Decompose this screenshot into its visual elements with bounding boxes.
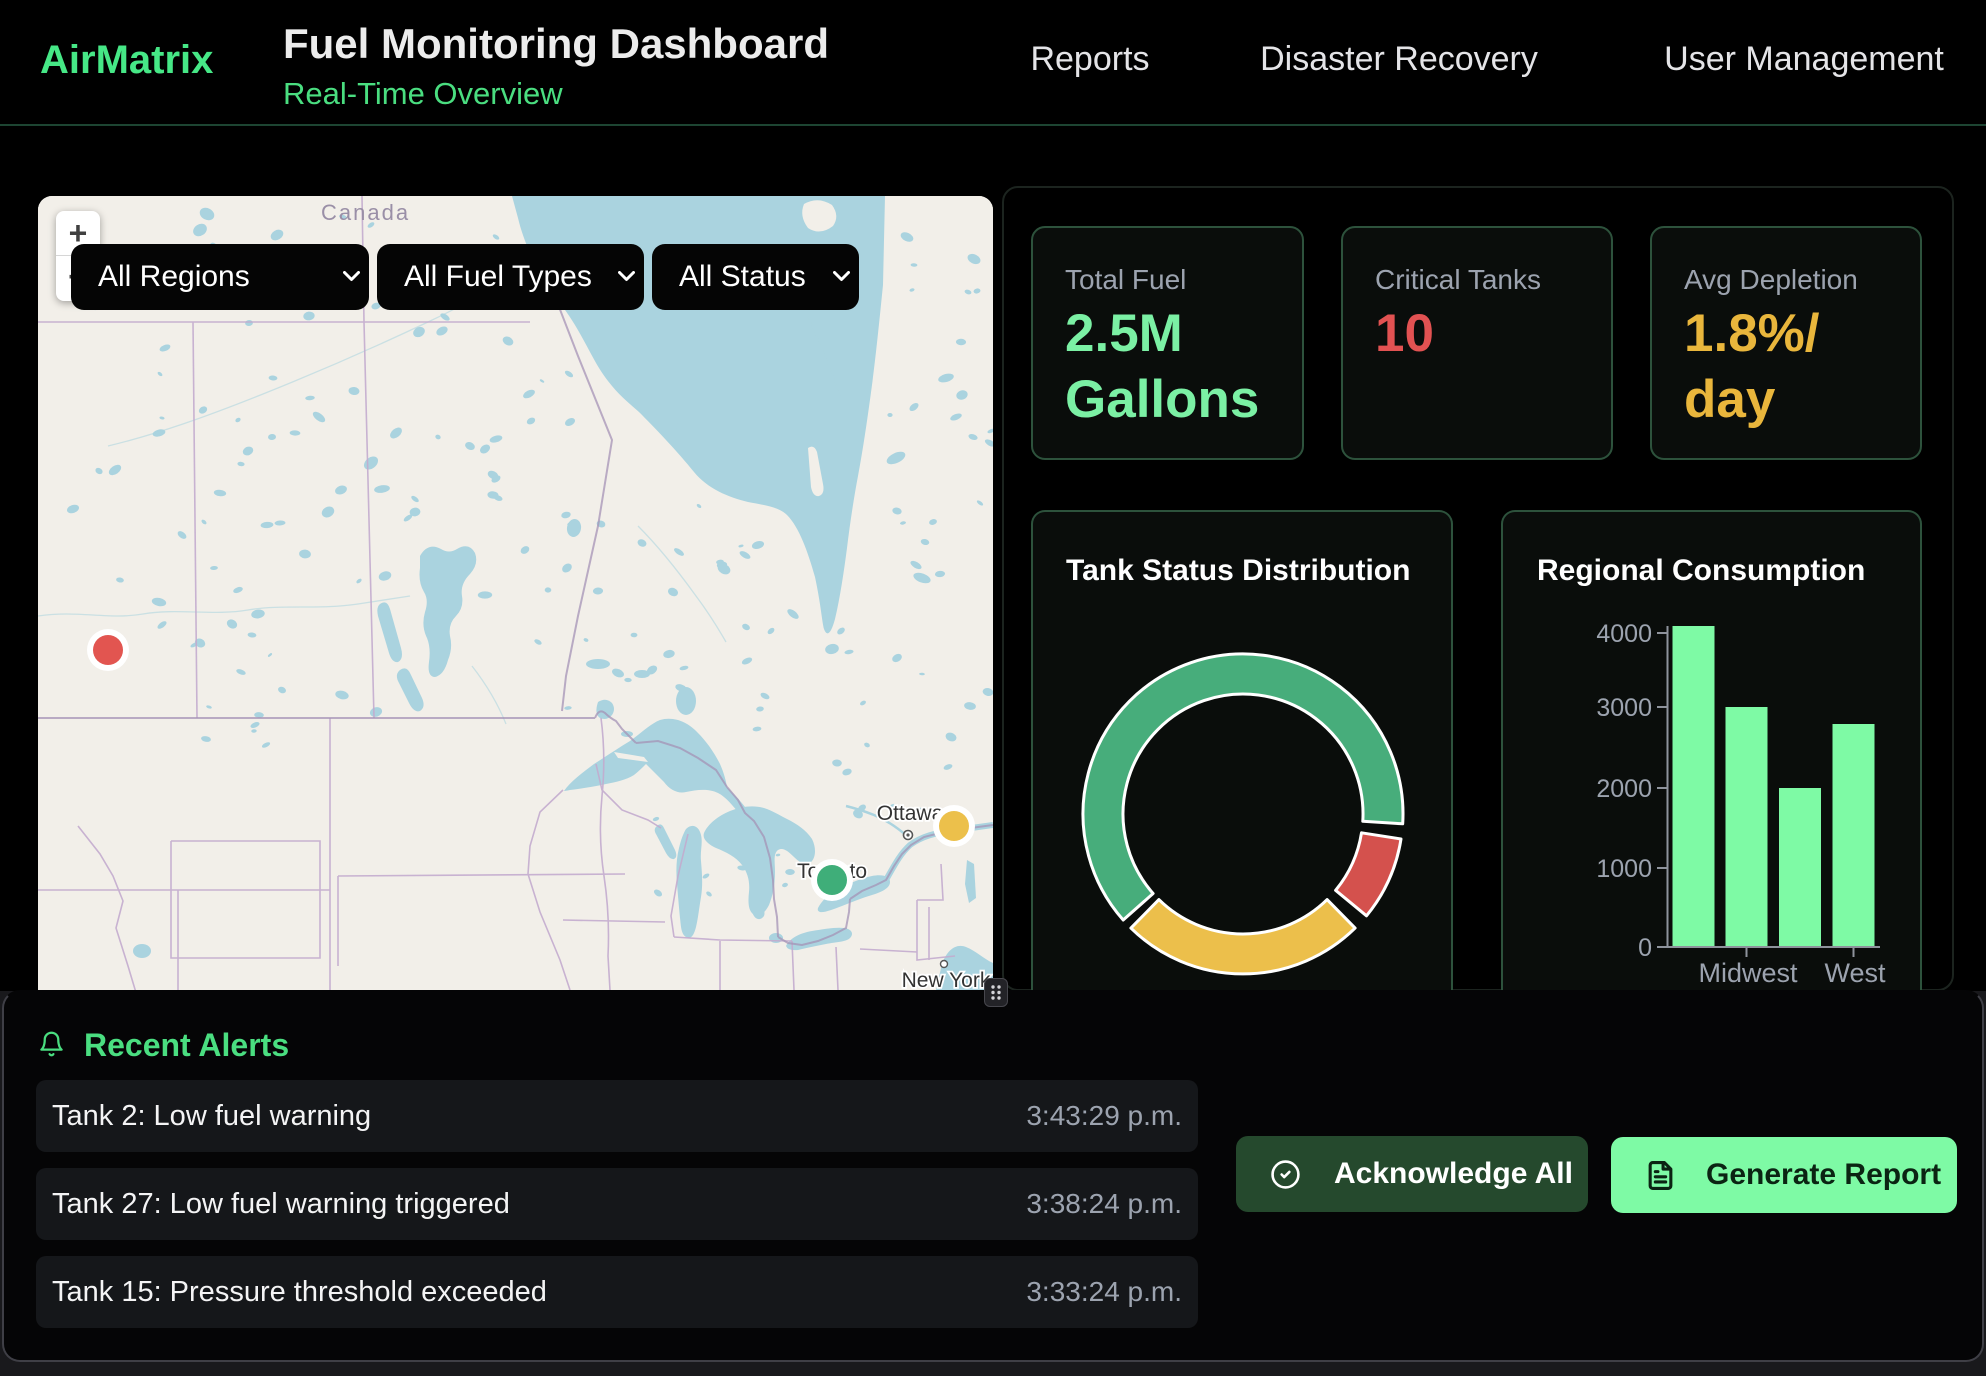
svg-text:1000: 1000 xyxy=(1596,855,1652,883)
svg-text:0: 0 xyxy=(1638,934,1652,962)
svg-text:2000: 2000 xyxy=(1596,775,1652,803)
svg-text:Canada: Canada xyxy=(321,200,410,225)
svg-text:4000: 4000 xyxy=(1596,620,1652,648)
svg-text:New York: New York xyxy=(902,969,991,992)
svg-text:3000: 3000 xyxy=(1596,694,1652,722)
svg-text:Midwest: Midwest xyxy=(1698,958,1798,988)
svg-text:West: West xyxy=(1824,958,1886,988)
